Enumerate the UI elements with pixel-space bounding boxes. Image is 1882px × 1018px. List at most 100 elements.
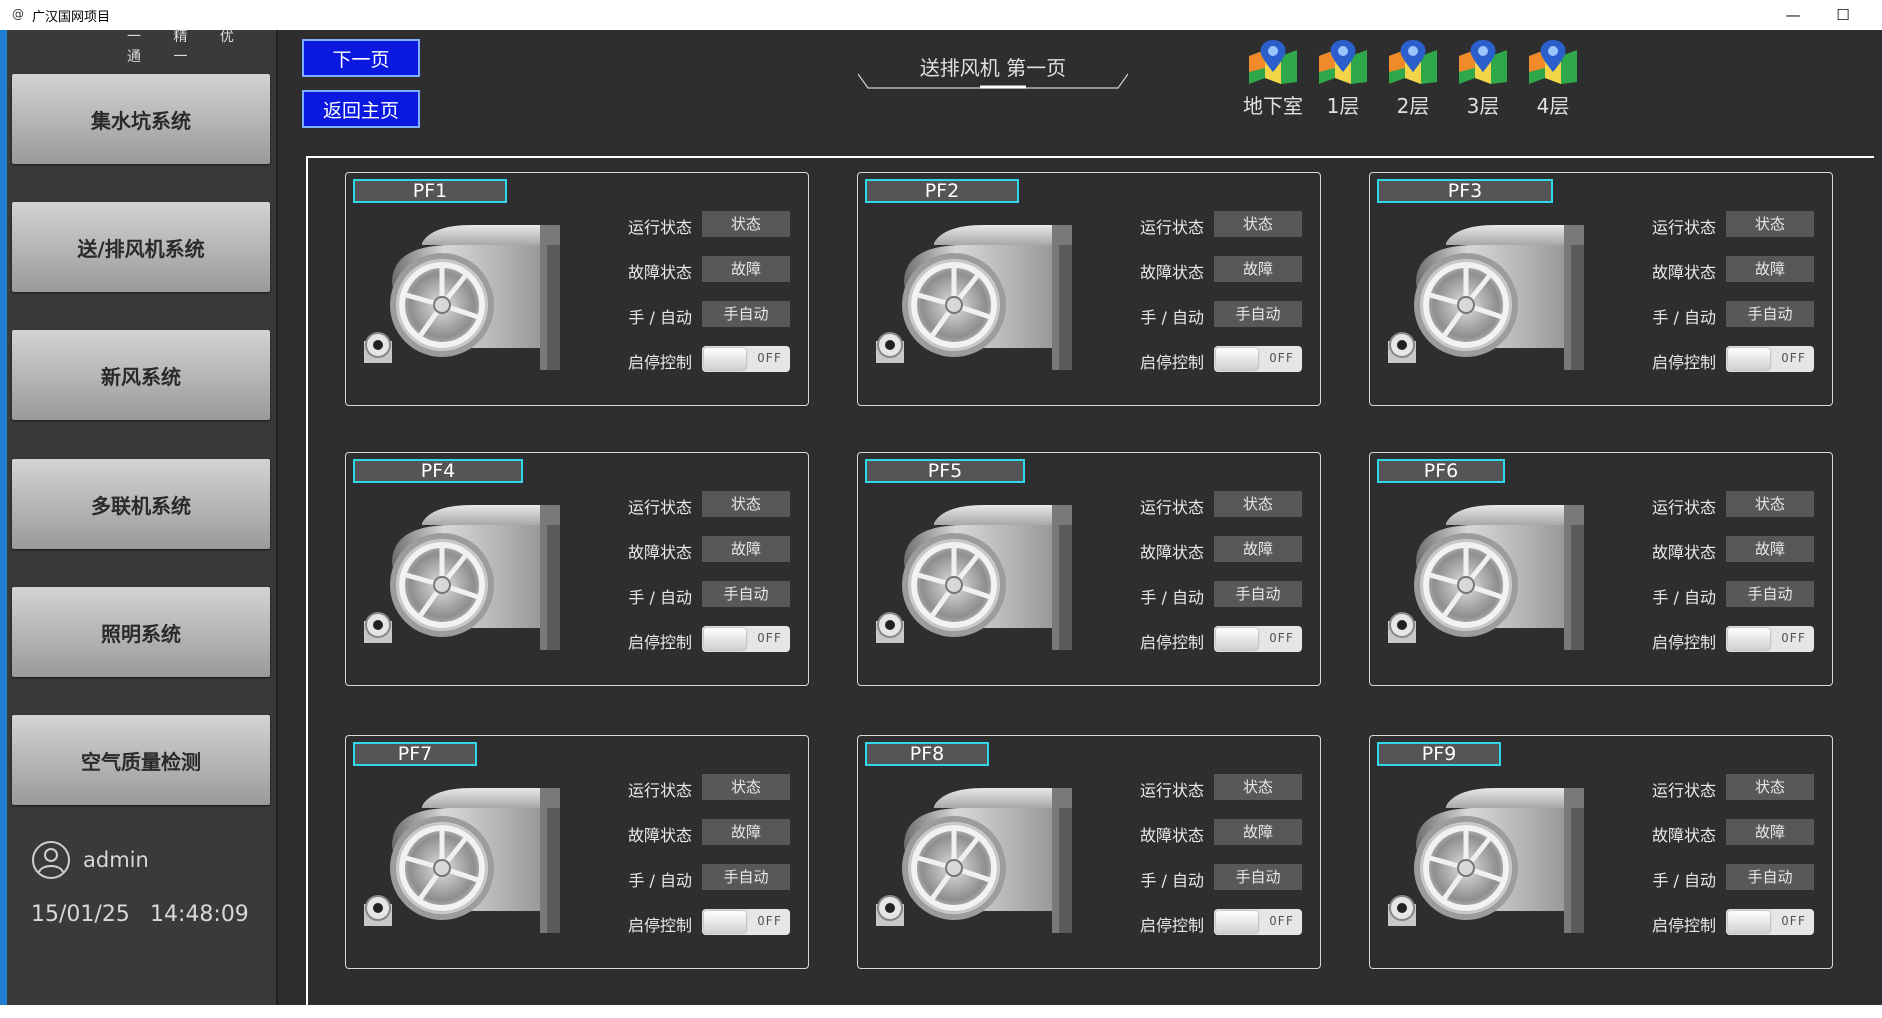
toggle-state-label: OFF <box>757 914 782 928</box>
manual-auto-mode-value: 手自动 <box>1214 301 1302 327</box>
fan-name-label: PF2 <box>865 179 1019 203</box>
fan-name-label: PF4 <box>353 459 523 483</box>
start-stop-toggle[interactable]: OFF <box>702 909 790 935</box>
fault-status-label: 故障状态 <box>1139 543 1204 562</box>
map-pin-icon <box>1319 40 1367 84</box>
run-status-value: 状态 <box>1726 774 1814 800</box>
floor-2-button[interactable]: 2层 <box>1378 38 1448 119</box>
nav-air-quality-monitoring[interactable]: 空气质量检测 <box>12 715 270 805</box>
map-pin-icon <box>1529 40 1577 84</box>
start-stop-control-label: 启停控制 <box>627 633 692 652</box>
manual-auto-mode-label: 手 / 自动 <box>1140 588 1204 607</box>
manual-auto-mode-label: 手 / 自动 <box>1652 308 1716 327</box>
minimize-button[interactable]: — <box>1770 2 1816 28</box>
start-stop-toggle[interactable]: OFF <box>1726 346 1814 372</box>
manual-auto-mode-label: 手 / 自动 <box>628 588 692 607</box>
start-stop-control-label: 启停控制 <box>1651 633 1716 652</box>
manual-auto-mode-value: 手自动 <box>1214 581 1302 607</box>
run-status-label: 运行状态 <box>627 218 692 237</box>
floor-label: 1层 <box>1326 94 1360 118</box>
run-status-value: 状态 <box>1726 491 1814 517</box>
blower-fan-icon <box>874 786 1084 936</box>
logo-text: 一 精 优 通 一 <box>127 29 248 65</box>
fault-status-label: 故障状态 <box>1651 543 1716 562</box>
start-stop-toggle[interactable]: OFF <box>702 346 790 372</box>
app-icon: @ <box>12 7 24 21</box>
start-stop-toggle[interactable]: OFF <box>1726 909 1814 935</box>
nav-fresh-air-system[interactable]: 新风系统 <box>12 330 270 420</box>
toggle-knob <box>1216 628 1258 650</box>
fault-status-value: 故障 <box>1214 819 1302 845</box>
toggle-knob <box>704 911 746 933</box>
fault-status-label: 故障状态 <box>1651 263 1716 282</box>
run-status-label: 运行状态 <box>1139 781 1204 800</box>
run-status-value: 状态 <box>1214 774 1302 800</box>
maximize-button[interactable]: ☐ <box>1820 2 1866 28</box>
start-stop-control-label: 启停控制 <box>627 916 692 935</box>
next-page-button[interactable]: 下一页 <box>302 39 420 77</box>
run-status-label: 运行状态 <box>627 781 692 800</box>
fault-status-value: 故障 <box>1726 256 1814 282</box>
manual-auto-mode-value: 手自动 <box>702 581 790 607</box>
fan-card: PF9 运行状态 状态 故障状态故障 手 / 自动 手自动 启停控制 OFF <box>1369 735 1833 969</box>
blower-fan-icon <box>362 223 572 373</box>
map-pin-icon <box>1459 40 1507 84</box>
fan-name-label: PF9 <box>1377 742 1501 766</box>
fault-status-value: 故障 <box>1214 536 1302 562</box>
fault-status-value: 故障 <box>1214 256 1302 282</box>
run-status-value: 状态 <box>702 211 790 237</box>
start-stop-toggle[interactable]: OFF <box>1214 346 1302 372</box>
return-home-button[interactable]: 返回主页 <box>302 90 420 128</box>
fan-name-label: PF7 <box>353 742 477 766</box>
manual-auto-mode-value: 手自动 <box>1726 864 1814 890</box>
run-status-value: 状态 <box>702 774 790 800</box>
floor-3-button[interactable]: 3层 <box>1448 38 1518 119</box>
nav-lighting-system[interactable]: 照明系统 <box>12 587 270 677</box>
start-stop-toggle[interactable]: OFF <box>1726 626 1814 652</box>
main-area: 下一页 返回主页 送排风机 第一页 地下室 1层 2层 3层 4层 PF1 运行… <box>278 30 1882 1018</box>
window-title: 广汉国网项目 <box>32 10 111 25</box>
floor-1-button[interactable]: 1层 <box>1308 38 1378 119</box>
toggle-knob <box>1216 911 1258 933</box>
run-status-value: 状态 <box>702 491 790 517</box>
blower-fan-icon <box>874 503 1084 653</box>
floor-label: 2层 <box>1396 94 1430 118</box>
start-stop-toggle[interactable]: OFF <box>702 626 790 652</box>
nav-supply-exhaust-fan-system[interactable]: 送/排风机系统 <box>12 202 270 292</box>
time-display: 14:48:09 <box>150 902 249 927</box>
manual-auto-mode-label: 手 / 自动 <box>628 871 692 890</box>
start-stop-toggle[interactable]: OFF <box>1214 626 1302 652</box>
start-stop-toggle[interactable]: OFF <box>1214 909 1302 935</box>
run-status-value: 状态 <box>1726 211 1814 237</box>
nav-sump-pit-system[interactable]: 集水坑系统 <box>12 74 270 164</box>
user-name: admin <box>83 848 149 872</box>
toggle-knob <box>1216 348 1258 370</box>
floor-basement-button[interactable]: 地下室 <box>1238 38 1308 119</box>
fan-card: PF4 运行状态 状态 故障状态故障 手 / 自动 手自动 启停控制 OFF <box>345 452 809 686</box>
blower-fan-icon <box>1386 223 1596 373</box>
date-display: 15/01/25 <box>31 902 130 927</box>
blower-fan-icon <box>874 223 1084 373</box>
fan-name-label: PF3 <box>1377 179 1553 203</box>
toggle-state-label: OFF <box>1269 351 1294 365</box>
manual-auto-mode-value: 手自动 <box>1726 301 1814 327</box>
toggle-state-label: OFF <box>1781 351 1806 365</box>
nav-multi-split-system[interactable]: 多联机系统 <box>12 459 270 549</box>
floor-4-button[interactable]: 4层 <box>1518 38 1588 119</box>
fault-status-label: 故障状态 <box>627 543 692 562</box>
fault-status-value: 故障 <box>702 256 790 282</box>
fault-status-value: 故障 <box>1726 819 1814 845</box>
sidebar: 一 精 优 通 一 集水坑系统 送/排风机系统 新风系统 多联机系统 照明系统 … <box>7 29 276 1005</box>
blower-fan-icon <box>1386 503 1596 653</box>
fault-status-value: 故障 <box>1726 536 1814 562</box>
floor-label: 地下室 <box>1243 94 1303 118</box>
floor-label: 3层 <box>1466 94 1500 118</box>
fault-status-label: 故障状态 <box>627 263 692 282</box>
toggle-knob <box>1728 348 1770 370</box>
run-status-label: 运行状态 <box>1651 218 1716 237</box>
toggle-state-label: OFF <box>757 351 782 365</box>
run-status-value: 状态 <box>1214 211 1302 237</box>
title-underline <box>858 73 1128 89</box>
toggle-knob <box>1728 628 1770 650</box>
manual-auto-mode-label: 手 / 自动 <box>1652 871 1716 890</box>
